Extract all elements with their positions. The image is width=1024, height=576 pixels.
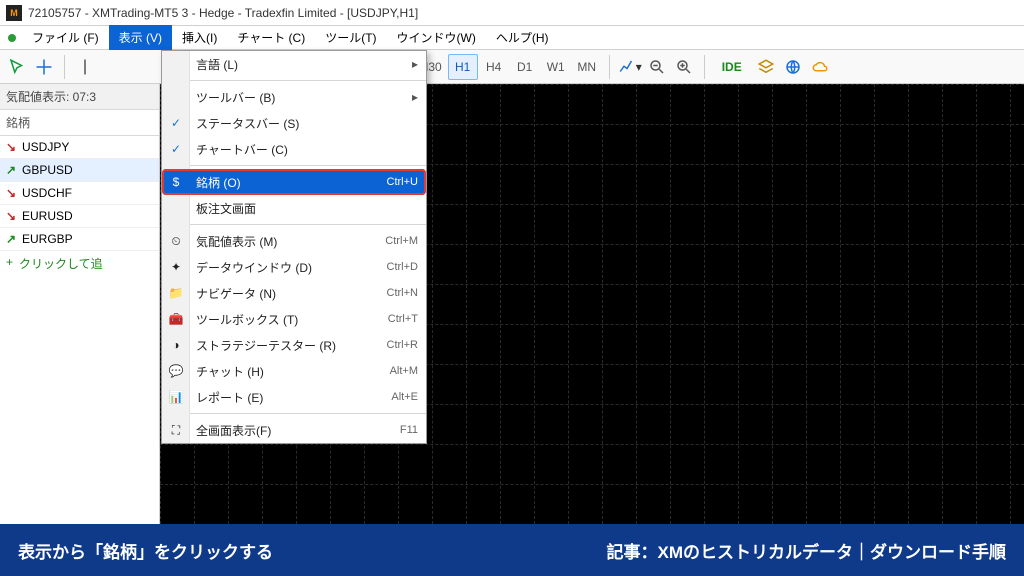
menu-item[interactable]: ツールバー (B)▸ [162, 84, 426, 110]
symbol-label: EURUSD [22, 209, 73, 223]
menu-item[interactable]: ◑ストラテジーテスター (R)Ctrl+R [162, 332, 426, 358]
view-menu-dropdown: 言語 (L)▸ ツールバー (B)▸✓ステータスバー (S)✓チャートバー (C)… [161, 50, 427, 444]
arrow-up-icon: ↗ [6, 232, 16, 246]
menu-help[interactable]: ヘルプ(H) [486, 25, 559, 50]
arrow-down-icon: ↘ [6, 140, 16, 154]
arrow-down-icon: ↘ [6, 186, 16, 200]
tf-d1[interactable]: D1 [510, 54, 540, 80]
window-title: 72105757 - XMTrading-MT5 3 - Hedge - Tra… [28, 6, 418, 20]
plus-icon: + [6, 255, 13, 272]
symbol-label: EURGBP [22, 232, 73, 246]
vline-icon[interactable] [72, 54, 98, 80]
menu-file[interactable]: ファイル (F) [22, 25, 109, 50]
menubar: ファイル (F) 表示 (V) 挿入(I) チャート (C) ツール(T) ウイ… [0, 26, 1024, 50]
menu-item[interactable]: ⛶全画面表示(F)F11 [162, 417, 426, 443]
layers-icon[interactable] [753, 54, 779, 80]
zoom-in-icon[interactable] [671, 54, 697, 80]
cursor-icon[interactable] [4, 54, 30, 80]
line-chart-icon[interactable]: ▾ [617, 54, 643, 80]
crosshair-icon[interactable] [31, 54, 57, 80]
menu-item[interactable]: $銘柄 (O)Ctrl+U [162, 169, 426, 195]
arrow-down-icon: ↘ [6, 209, 16, 223]
menu-window[interactable]: ウインドウ(W) [387, 25, 486, 50]
globe-icon[interactable] [780, 54, 806, 80]
menu-item[interactable]: 📁ナビゲータ (N)Ctrl+N [162, 280, 426, 306]
menu-item[interactable]: 📊レポート (E)Alt+E [162, 384, 426, 410]
menu-item[interactable]: 💬チャット (H)Alt+M [162, 358, 426, 384]
menu-item[interactable]: ✓チャートバー (C) [162, 136, 426, 162]
menu-tools[interactable]: ツール(T) [315, 25, 386, 50]
ide-button[interactable]: IDE [712, 54, 752, 80]
symbol-row[interactable]: ↗ GBPUSD [0, 159, 159, 182]
add-symbol-label: クリックして追 [19, 255, 103, 272]
menu-insert[interactable]: 挿入(I) [172, 25, 227, 50]
market-watch-panel: 気配値表示: 07:3 銘柄 ↘ USDJPY ↗ GBPUSD ↘ USDCHF ↘… [0, 84, 160, 524]
toolbar: M5 M15 M30 H1 H4 D1 W1 MN ▾ IDE [0, 50, 1024, 84]
tf-h4[interactable]: H4 [479, 54, 509, 80]
symbol-row[interactable]: ↗ EURGBP [0, 228, 159, 251]
caption-right: 記事：XMのヒストリカルデータ｜ダウンロード手順 [607, 538, 1007, 563]
cloud-icon[interactable] [807, 54, 833, 80]
menu-view[interactable]: 表示 (V) [109, 25, 172, 50]
symbol-label: GBPUSD [22, 163, 73, 177]
caption-bar: 表示から「銘柄」をクリックする 記事：XMのヒストリカルデータ｜ダウンロード手順 [0, 524, 1024, 576]
record-icon[interactable] [2, 28, 22, 48]
tf-mn[interactable]: MN [572, 54, 602, 80]
arrow-up-icon: ↗ [6, 163, 16, 177]
menu-item[interactable]: 言語 (L)▸ [162, 51, 426, 77]
column-symbol[interactable]: 銘柄 [0, 110, 159, 136]
symbol-label: USDJPY [22, 140, 69, 154]
symbol-row[interactable]: ↘ USDCHF [0, 182, 159, 205]
symbol-row[interactable]: ↘ EURUSD [0, 205, 159, 228]
market-watch-title: 気配値表示: 07:3 [0, 84, 159, 110]
titlebar: M 72105757 - XMTrading-MT5 3 - Hedge - T… [0, 0, 1024, 26]
menu-item[interactable]: ✦データウインドウ (D)Ctrl+D [162, 254, 426, 280]
app-icon: M [6, 5, 22, 21]
symbol-label: USDCHF [22, 186, 72, 200]
symbol-row[interactable]: ↘ USDJPY [0, 136, 159, 159]
zoom-out-icon[interactable] [644, 54, 670, 80]
menu-item[interactable]: ✓ステータスバー (S) [162, 110, 426, 136]
tf-w1[interactable]: W1 [541, 54, 571, 80]
caption-left: 表示から「銘柄」をクリックする [18, 538, 273, 563]
tf-h1[interactable]: H1 [448, 54, 478, 80]
menu-chart[interactable]: チャート (C) [227, 25, 315, 50]
menu-item[interactable]: 板注文画面 [162, 195, 426, 221]
menu-item[interactable]: 🧰ツールボックス (T)Ctrl+T [162, 306, 426, 332]
menu-item[interactable]: ⏲気配値表示 (M)Ctrl+M [162, 228, 426, 254]
add-symbol-row[interactable]: + クリックして追 [0, 251, 159, 276]
